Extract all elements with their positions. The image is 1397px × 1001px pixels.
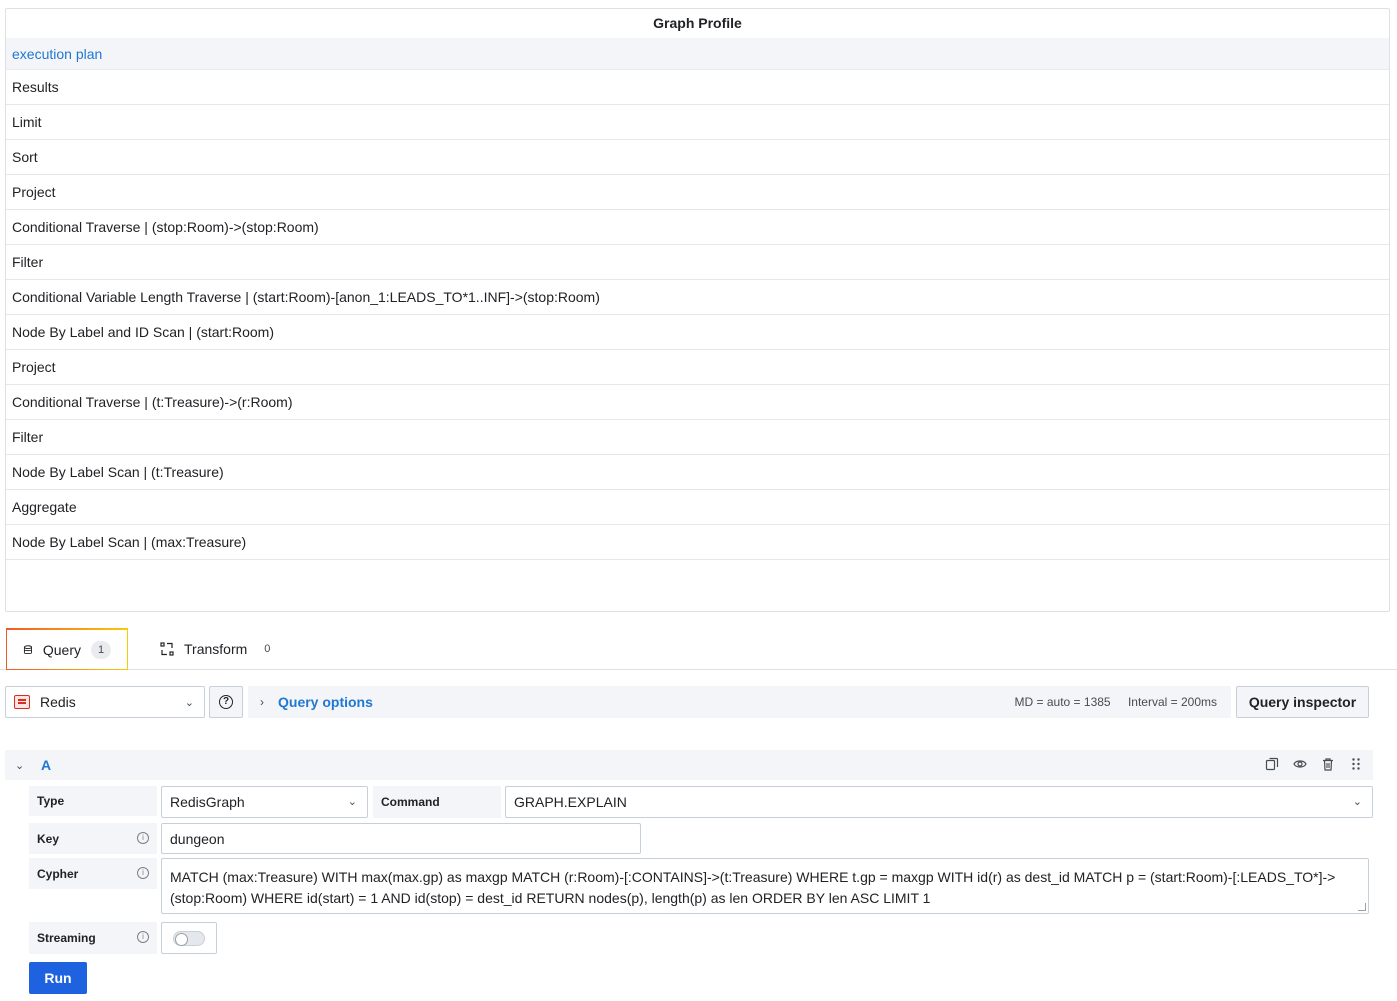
key-input-value: dungeon	[170, 830, 225, 847]
execution-plan-row: Results	[6, 70, 1389, 105]
execution-plan-row: Conditional Traverse | (stop:Room)->(sto…	[6, 210, 1389, 245]
tab-query[interactable]: Query 1	[6, 628, 128, 670]
editor-tabs: Query 1 Transform 0	[0, 628, 1397, 670]
info-icon[interactable]: i	[137, 931, 149, 943]
execution-plan-row: Conditional Variable Length Traverse | (…	[6, 280, 1389, 315]
cypher-textarea[interactable]: MATCH (max:Treasure) WITH max(max.gp) as…	[161, 858, 1369, 914]
cypher-label-text: Cypher	[37, 866, 79, 881]
tab-query-label: Query	[42, 641, 81, 658]
tab-query-count: 1	[91, 640, 111, 659]
query-options-info: MD = auto = 1385 Interval = 200ms	[1015, 686, 1231, 718]
collapse-chevron-icon[interactable]: ⌄	[15, 759, 35, 772]
cypher-label: Cypher i	[29, 858, 157, 889]
execution-plan-row: Node By Label Scan | (max:Treasure)	[6, 525, 1389, 560]
execution-plan-row: Filter	[6, 420, 1389, 455]
execution-plan-header[interactable]: execution plan	[6, 38, 1389, 70]
execution-plan-row: Conditional Traverse | (t:Treasure)->(r:…	[6, 385, 1389, 420]
key-label-text: Key	[37, 831, 60, 846]
command-label: Command	[373, 786, 501, 818]
duplicate-icon[interactable]	[1265, 757, 1279, 771]
question-circle-icon: ?	[219, 695, 233, 709]
execution-plan-row: Aggregate	[6, 490, 1389, 525]
execution-plan-row: Project	[6, 350, 1389, 385]
info-icon[interactable]: i	[137, 867, 149, 879]
type-label-text: Type	[37, 794, 65, 808]
execution-plan-row: Sort	[6, 140, 1389, 175]
key-label: Key i	[29, 823, 157, 854]
execution-plan-row: Filter	[6, 245, 1389, 280]
datasource-help-button[interactable]: ?	[209, 686, 243, 718]
command-select-value: GRAPH.EXPLAIN	[514, 794, 627, 810]
execution-plan-row: Project	[6, 175, 1389, 210]
tab-transform[interactable]: Transform 0	[144, 628, 293, 670]
trash-icon[interactable]	[1321, 757, 1335, 771]
query-options-label: Query options	[278, 694, 373, 710]
query-inspector-button[interactable]: Query inspector	[1236, 686, 1369, 718]
streaming-toggle[interactable]	[173, 931, 205, 946]
chevron-down-icon: ⌄	[1352, 796, 1362, 808]
command-label-text: Command	[381, 795, 440, 809]
execution-plan-row: Node By Label and ID Scan | (start:Room)	[6, 315, 1389, 350]
type-select[interactable]: RedisGraph ⌄	[161, 786, 368, 818]
execution-plan-row: Node By Label Scan | (t:Treasure)	[6, 455, 1389, 490]
query-row-header: ⌄ A	[5, 750, 1373, 780]
query-name[interactable]: A	[41, 757, 51, 773]
redis-logo-icon	[14, 695, 30, 709]
type-label: Type	[29, 786, 157, 816]
command-select[interactable]: GRAPH.EXPLAIN ⌄	[505, 786, 1373, 818]
resize-handle-icon[interactable]	[1358, 903, 1366, 911]
streaming-label: Streaming i	[29, 922, 157, 954]
datasource-name: Redis	[40, 694, 76, 710]
graph-profile-panel: Graph Profile execution plan Results Limi…	[5, 8, 1390, 612]
info-icon[interactable]: i	[137, 832, 149, 844]
streaming-switch-container	[161, 922, 217, 954]
cypher-text: MATCH (max:Treasure) WITH max(max.gp) as…	[170, 869, 1336, 906]
query-options-bar[interactable]: › Query options MD = auto = 1385 Interva…	[248, 686, 1231, 718]
type-select-value: RedisGraph	[170, 794, 245, 810]
query-row-actions	[1265, 757, 1363, 771]
chevron-down-icon: ⌄	[184, 697, 194, 709]
datasource-picker[interactable]: Redis ⌄	[5, 686, 205, 718]
eye-icon[interactable]	[1293, 757, 1307, 771]
chevron-down-icon: ⌄	[347, 796, 357, 808]
key-input[interactable]: dungeon	[161, 823, 641, 854]
transform-icon	[160, 642, 174, 656]
run-button[interactable]: Run	[29, 962, 87, 994]
tab-transform-label: Transform	[184, 641, 248, 657]
chevron-right-icon: ›	[260, 695, 264, 709]
database-icon	[23, 644, 32, 654]
interval-info: Interval = 200ms	[1127, 695, 1217, 709]
execution-plan-rows: Results Limit Sort Project Conditional Trave…	[6, 70, 1389, 560]
streaming-label-text: Streaming	[37, 931, 96, 945]
execution-plan-row: Limit	[6, 105, 1389, 140]
drag-handle-icon[interactable]	[1349, 757, 1363, 771]
graph-profile-title: Graph Profile	[653, 15, 742, 31]
tab-transform-count: 0	[264, 643, 271, 655]
md-info: MD = auto = 1385	[1014, 695, 1111, 709]
query-toolbar: Redis ⌄ ? › Query options MD = auto = 13…	[5, 686, 1369, 718]
